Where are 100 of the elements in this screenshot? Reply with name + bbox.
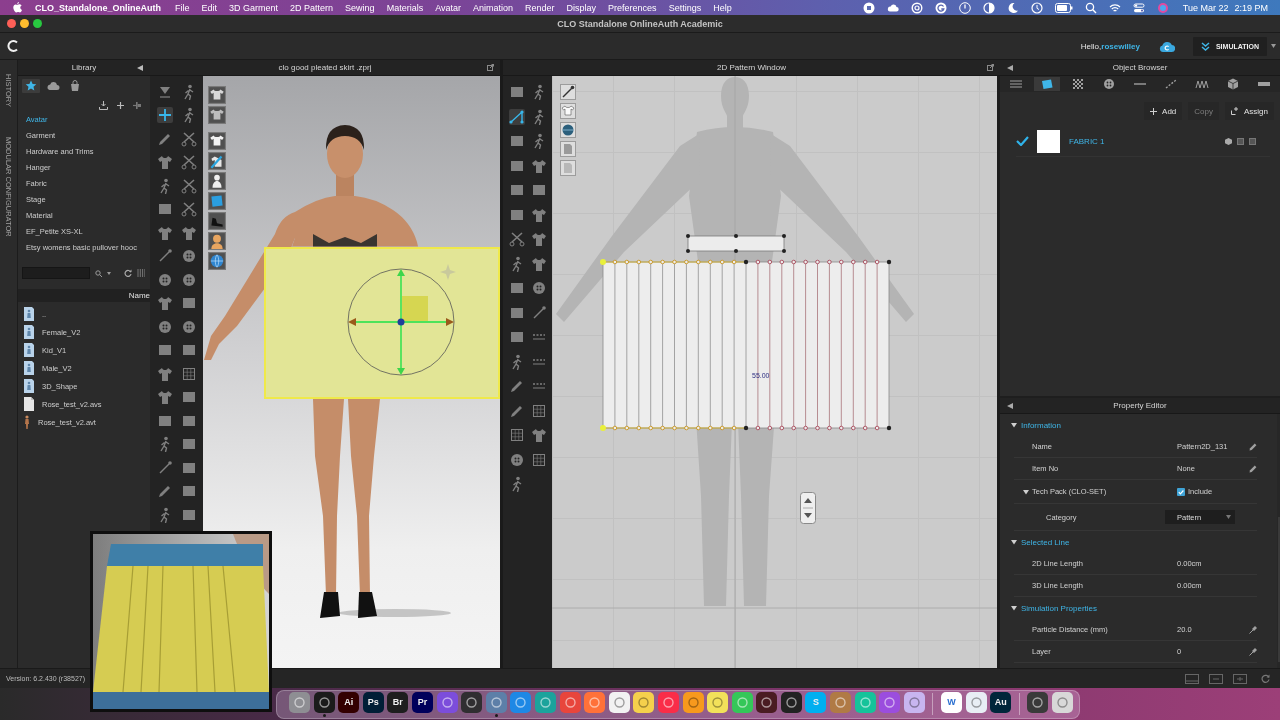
app-icon[interactable] [903, 691, 925, 713]
battery-icon[interactable] [1054, 1, 1073, 14]
app-icon[interactable] [510, 691, 532, 713]
pencil-icon[interactable] [1249, 442, 1257, 451]
button-icon[interactable] [180, 318, 197, 335]
menu-item[interactable]: Render [519, 2, 561, 13]
pushpin-icon[interactable] [1249, 625, 1257, 634]
app-icon[interactable] [657, 691, 679, 713]
avatar-head[interactable] [326, 125, 364, 196]
app-icon[interactable] [534, 691, 556, 713]
menu-item[interactable]: Materials [380, 2, 430, 13]
app-icon[interactable] [289, 691, 310, 713]
shirt-icon[interactable] [530, 206, 547, 223]
menu-item[interactable]: 2D Pattern [284, 2, 340, 13]
caret-left-icon[interactable] [1007, 64, 1013, 71]
rings-icon[interactable] [910, 1, 923, 14]
button-icon[interactable] [180, 248, 197, 265]
menu-item[interactable]: 3D Garment [223, 2, 285, 13]
app-icon[interactable]: W [941, 691, 963, 713]
shirt-icon[interactable] [208, 86, 226, 104]
view-box-icon[interactable] [1209, 673, 1223, 684]
app-icon[interactable] [461, 691, 483, 713]
shirt-icon[interactable] [530, 231, 547, 248]
head-icon[interactable] [208, 232, 226, 250]
button-icon[interactable] [530, 280, 547, 297]
caret-icon[interactable] [107, 271, 111, 275]
pen-icon[interactable] [156, 483, 173, 500]
clock-icon[interactable] [1030, 1, 1043, 14]
app-icon[interactable] [682, 691, 704, 713]
check-icon[interactable] [1016, 136, 1029, 146]
apple-logo-icon[interactable] [13, 2, 22, 13]
polyline-icon[interactable] [508, 108, 525, 125]
logo-icon[interactable] [6, 39, 20, 53]
section-header[interactable]: Simulation Properties [1011, 597, 1098, 619]
menu-item[interactable]: Animation [467, 2, 520, 13]
pushpin-icon[interactable] [133, 101, 141, 109]
app-icon[interactable] [1052, 691, 1073, 713]
square-icon[interactable] [1237, 137, 1244, 145]
button-icon[interactable] [156, 271, 173, 288]
grid-icon[interactable] [180, 365, 197, 382]
maximize-icon[interactable] [33, 19, 42, 28]
globe-icon[interactable] [208, 252, 226, 270]
square-icon[interactable] [1249, 137, 1256, 145]
plus-icon[interactable] [117, 101, 124, 109]
checkbox[interactable] [1177, 487, 1185, 496]
avatar-leg[interactable] [313, 399, 344, 618]
app-icon[interactable] [608, 691, 630, 713]
scissors-icon[interactable] [508, 231, 525, 248]
download-icon[interactable] [99, 100, 108, 110]
list-icon[interactable] [1007, 78, 1024, 90]
grid-icon[interactable] [530, 451, 547, 468]
shirt-icon[interactable] [156, 154, 173, 171]
needle-icon[interactable] [560, 84, 576, 100]
app-icon[interactable] [313, 691, 335, 713]
cloud-icon[interactable] [1158, 39, 1175, 53]
waistband-pattern-drawing[interactable] [686, 234, 786, 253]
view-box-icon[interactable] [1233, 673, 1247, 684]
tile-icon[interactable] [208, 192, 226, 210]
cloud-icon[interactable] [886, 1, 899, 14]
layout-icon[interactable] [1185, 673, 1199, 684]
app-icon[interactable] [879, 691, 901, 713]
button-icon[interactable] [156, 318, 173, 335]
expand-icon[interactable] [986, 64, 994, 71]
menu-item[interactable]: Settings [662, 2, 708, 13]
moon-icon[interactable] [1006, 1, 1019, 14]
app-icon[interactable] [436, 691, 458, 713]
caret-icon[interactable] [1011, 605, 1017, 611]
column-header[interactable]: Name [128, 291, 150, 300]
pencil-icon[interactable] [1249, 464, 1257, 473]
shirt-icon[interactable] [156, 365, 173, 382]
app-icon[interactable] [559, 691, 581, 713]
app-icon[interactable]: Br [387, 691, 409, 713]
menu-item[interactable]: Edit [195, 2, 224, 13]
shirt-icon[interactable] [208, 106, 226, 124]
avatar-torso[interactable] [292, 196, 418, 247]
zigzag-icon[interactable] [1194, 78, 1211, 90]
app-icon[interactable]: Ai [338, 691, 360, 713]
half-circle-icon[interactable] [982, 1, 995, 14]
refresh-icon[interactable] [124, 269, 132, 277]
avatar-leg[interactable] [348, 399, 380, 618]
section-header[interactable]: Information [1011, 414, 1062, 436]
shirt-icon[interactable] [156, 389, 173, 406]
shirt-icon[interactable] [180, 224, 197, 241]
action-button[interactable]: Assign [1225, 102, 1274, 120]
app-icon[interactable]: Pr [411, 691, 433, 713]
scissors-icon[interactable] [180, 130, 197, 147]
globe-icon[interactable] [560, 122, 576, 138]
stop-circle-icon[interactable] [862, 1, 875, 14]
refresh-icon[interactable] [1261, 674, 1270, 683]
app-menu[interactable]: CLO_Standalone_OnlineAuth [35, 2, 161, 13]
scissors-icon[interactable] [180, 201, 197, 218]
pushpin-icon[interactable] [1249, 647, 1257, 656]
arc-circle-icon[interactable] [934, 1, 947, 14]
grid-icon[interactable] [508, 427, 525, 444]
wifi-icon[interactable] [1108, 1, 1121, 14]
star-icon[interactable] [22, 79, 40, 93]
grid-icon[interactable] [530, 402, 547, 419]
figure-icon[interactable] [208, 172, 226, 190]
action-button[interactable]: Add [1144, 102, 1183, 120]
menu-item[interactable]: Help [707, 2, 738, 13]
